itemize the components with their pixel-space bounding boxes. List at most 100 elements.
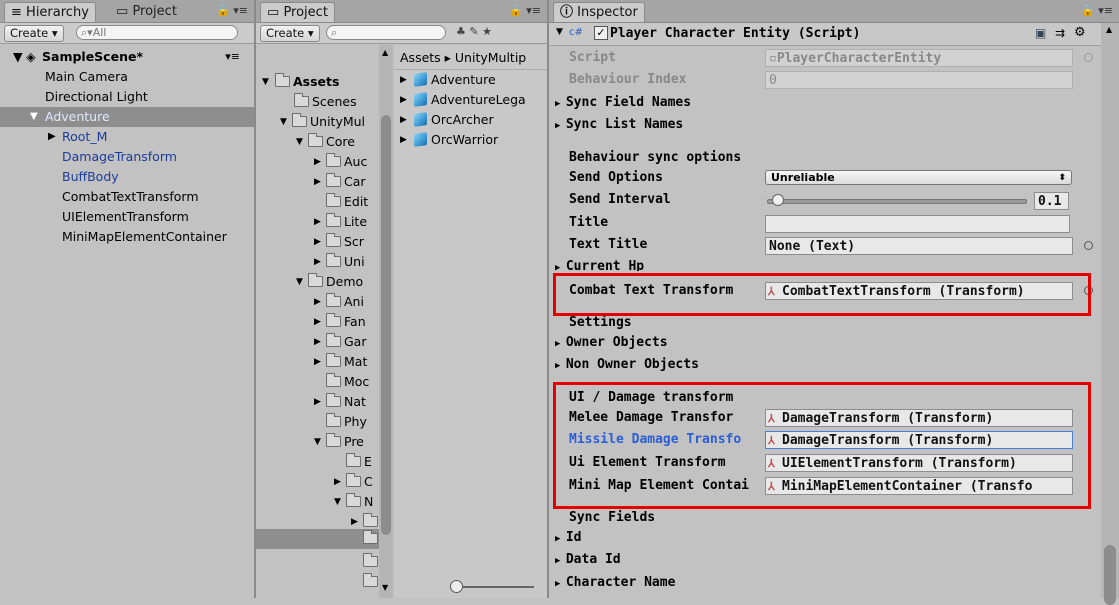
expand-arrow-icon[interactable]: ▶ — [334, 472, 341, 492]
tree-scrollbar[interactable]: ▲ ▼ — [379, 45, 393, 598]
hierarchy-create-button[interactable]: Create ▾ — [4, 25, 64, 42]
expand-arrow-icon[interactable]: ▶ — [314, 252, 321, 272]
expand-arrow-icon[interactable]: ▶ — [400, 110, 407, 130]
inspector-scrollbar[interactable]: ▲ — [1101, 23, 1119, 605]
tree-item-sub3[interactable] — [256, 552, 379, 572]
favorite-star-icon[interactable]: ★ — [482, 25, 492, 38]
asset-zoom-slider-knob[interactable] — [450, 580, 463, 593]
expand-arrow-icon[interactable]: ▶ — [314, 392, 321, 412]
project-lock-menu-icon[interactable]: 🔒 ▾≡ — [509, 4, 541, 17]
object-picker-icon[interactable] — [1084, 241, 1093, 250]
asset-item-orc-warrior[interactable]: ▶ OrcWarrior — [394, 130, 547, 150]
collapse-arrow-icon[interactable]: ▼ — [262, 72, 269, 92]
collapse-arrow-icon[interactable]: ▼ — [296, 272, 303, 292]
character-name-foldout[interactable]: ▶ Character Name — [555, 573, 675, 593]
tab-inspector[interactable]: ⓘ Inspector — [553, 2, 645, 22]
hierarchy-item-main-camera[interactable]: Main Camera — [0, 67, 254, 87]
current-hp-foldout[interactable]: ▶ Current Hp — [555, 257, 644, 271]
tree-item-demo[interactable]: ▼ Demo — [256, 272, 379, 292]
expand-arrow-icon[interactable]: ▶ — [555, 579, 566, 589]
tree-item-edit[interactable]: Edit — [256, 192, 379, 212]
expand-arrow-icon[interactable]: ▶ — [555, 534, 566, 544]
tree-item-auc[interactable]: ▶ Auc — [256, 152, 379, 172]
collapse-arrow-icon[interactable]: ▼ — [314, 432, 321, 452]
scroll-up-arrow-icon[interactable]: ▲ — [1106, 25, 1112, 34]
hierarchy-item-directional-light[interactable]: Directional Light — [0, 87, 254, 107]
scene-row[interactable]: ▼ ◈ SampleScene* ▾≡ — [0, 47, 254, 67]
tab-hierarchy[interactable]: ≡ Hierarchy — [4, 2, 96, 22]
hierarchy-item-damage-transform[interactable]: DamageTransform — [0, 147, 254, 167]
asset-item-adventure-legacy[interactable]: ▶ AdventureLega — [394, 90, 547, 110]
expand-arrow-icon[interactable]: ▶ — [314, 352, 321, 372]
hierarchy-item-ui-element-transform[interactable]: UIElementTransform — [0, 207, 254, 227]
combat-text-transform-field[interactable]: ⅄ CombatTextTransform (Transform) — [765, 282, 1073, 300]
tab-project[interactable]: ▭ Project — [260, 2, 335, 22]
tree-item-n[interactable]: ▼ N — [256, 492, 379, 512]
expand-arrow-icon[interactable]: ▶ — [48, 127, 56, 147]
tree-item-selected[interactable] — [256, 529, 379, 549]
tree-item-pre[interactable]: ▼ Pre — [256, 432, 379, 452]
scene-menu-icon[interactable]: ▾≡ — [225, 47, 240, 67]
scroll-up-arrow-icon[interactable]: ▲ — [382, 48, 388, 57]
expand-arrow-icon[interactable]: ▶ — [555, 99, 566, 109]
scroll-down-arrow-icon[interactable]: ▼ — [382, 583, 388, 592]
tree-item-core[interactable]: ▼ Core — [256, 132, 379, 152]
tree-item-uni[interactable]: ▶ Uni — [256, 252, 379, 272]
expand-arrow-icon[interactable]: ▶ — [314, 232, 321, 252]
filter-icons[interactable]: ♣ ✎ ★ — [456, 25, 492, 38]
collapse-arrow-icon[interactable]: ▼ — [334, 492, 341, 512]
hierarchy-item-buff-body[interactable]: BuffBody — [0, 167, 254, 187]
melee-damage-transform-field[interactable]: ⅄ DamageTransform (Transform) — [765, 409, 1073, 427]
project-search-input[interactable]: ⌕ — [326, 25, 446, 40]
filter-label-icon[interactable]: ✎ — [469, 25, 478, 38]
tab-project-secondary[interactable]: ▭ Project — [110, 2, 183, 22]
tree-item-assets[interactable]: ▼ Assets — [256, 72, 379, 92]
collapse-arrow-icon[interactable]: ▼ — [296, 132, 303, 152]
expand-arrow-icon[interactable]: ▶ — [555, 556, 566, 566]
inspector-lock-menu-icon[interactable]: 🔒 ▾≡ — [1081, 4, 1113, 17]
hierarchy-item-root-m[interactable]: ▶ Root_M — [0, 127, 254, 147]
owner-objects-foldout[interactable]: ▶ Owner Objects — [555, 333, 668, 353]
asset-zoom-slider[interactable] — [454, 586, 534, 588]
tree-item-fan[interactable]: ▶ Fan — [256, 312, 379, 332]
expand-arrow-icon[interactable]: ▶ — [314, 312, 321, 332]
enabled-checkbox[interactable]: ✓ — [594, 26, 608, 40]
hierarchy-search-input[interactable]: ⌕▾All — [76, 25, 238, 40]
collapse-arrow-icon[interactable]: ▼ — [280, 112, 287, 132]
tree-item-mat[interactable]: ▶ Mat — [256, 352, 379, 372]
tree-item-scr[interactable]: ▶ Scr — [256, 232, 379, 252]
component-gear-icon[interactable]: ⚙ — [1074, 25, 1086, 40]
tree-item-phy[interactable]: Phy — [256, 412, 379, 432]
expand-arrow-icon[interactable]: ▶ — [400, 130, 407, 150]
expand-arrow-icon[interactable]: ▶ — [314, 292, 321, 312]
tree-item-moc[interactable]: Moc — [256, 372, 379, 392]
object-picker-icon[interactable] — [1084, 53, 1093, 62]
expand-arrow-icon[interactable]: ▶ — [555, 361, 566, 371]
hierarchy-item-minimap-container[interactable]: MiniMapElementContainer — [0, 227, 254, 247]
expand-arrow-icon[interactable]: ▶ — [314, 332, 321, 352]
collapse-arrow-icon[interactable]: ▼ — [13, 47, 23, 67]
hierarchy-lock-menu-icon[interactable]: 🔒 ▾≡ — [216, 4, 248, 17]
tree-scroll-thumb[interactable] — [381, 115, 391, 535]
tree-item-scenes[interactable]: Scenes — [256, 92, 379, 112]
data-id-foldout[interactable]: ▶ Data Id — [555, 550, 621, 570]
hierarchy-item-adventure[interactable]: ▼ Adventure — [0, 107, 254, 127]
missile-damage-transform-field[interactable]: ⅄ DamageTransform (Transform) — [765, 431, 1073, 449]
object-picker-icon[interactable] — [1084, 286, 1093, 295]
tree-item-gar[interactable]: ▶ Gar — [256, 332, 379, 352]
tree-item-e[interactable]: E — [256, 452, 379, 472]
send-options-dropdown[interactable]: Unreliable ⬍ — [765, 170, 1072, 185]
component-header[interactable]: ▼ c# ✓ Player Character Entity (Script) … — [549, 23, 1101, 46]
project-create-button[interactable]: Create ▾ — [260, 25, 320, 42]
send-interval-slider-track[interactable] — [767, 199, 1027, 204]
send-interval-input[interactable]: 0.1 — [1034, 192, 1069, 210]
project-breadcrumb[interactable]: Assets ▸ UnityMultip — [400, 50, 526, 65]
asset-item-adventure[interactable]: ▶ Adventure — [394, 70, 547, 90]
expand-arrow-icon[interactable]: ▶ — [555, 121, 566, 131]
collapse-arrow-icon[interactable]: ▼ — [30, 107, 38, 127]
collapse-arrow-icon[interactable]: ▼ — [556, 27, 563, 37]
title-input[interactable] — [765, 215, 1070, 233]
tree-item-car[interactable]: ▶ Car — [256, 172, 379, 192]
expand-arrow-icon[interactable]: ▶ — [555, 339, 566, 349]
sync-field-names-foldout[interactable]: ▶ Sync Field Names — [555, 93, 691, 113]
